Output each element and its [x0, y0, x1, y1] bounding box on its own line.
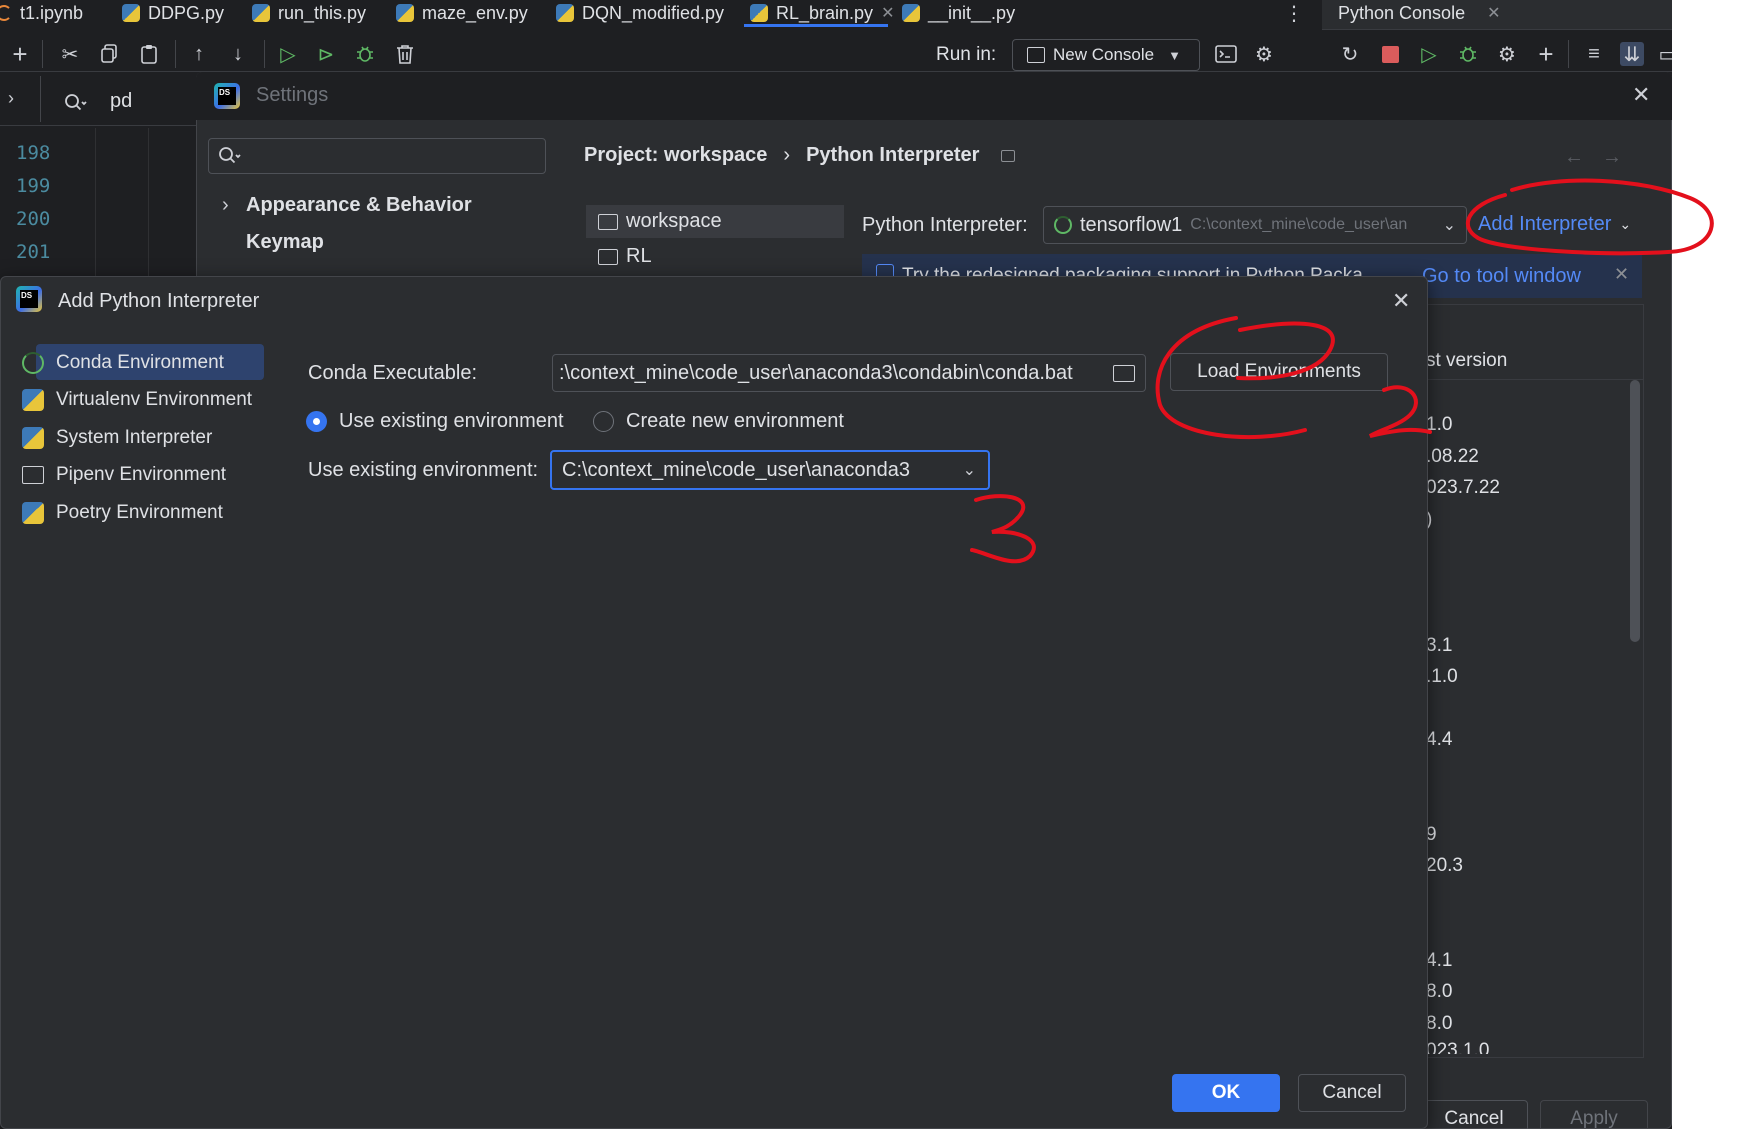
annotation-two: [1368, 385, 1432, 438]
annotation-circle-add-interpreter: [1466, 178, 1714, 256]
annotation-three: [970, 494, 1036, 564]
annotation-circle-load-envs: [1155, 316, 1335, 440]
annotation-layer: [970, 178, 1714, 564]
